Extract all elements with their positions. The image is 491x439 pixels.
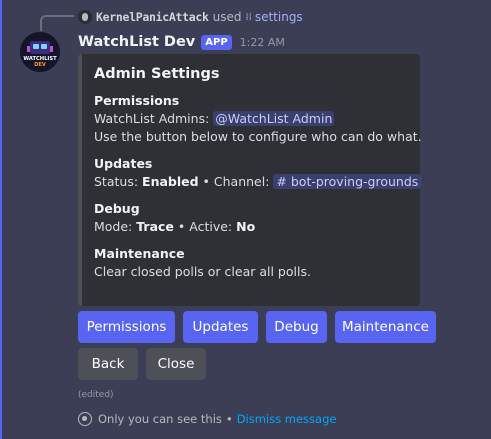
field-value: WatchList Admins: @WatchList Admin <box>94 110 406 128</box>
bot-avatar-image: WATCHLIST DEV <box>20 32 60 72</box>
permissions-button[interactable]: Permissions <box>78 311 175 343</box>
field-updates: Updates Status: Enabled • Channel: # bot… <box>94 155 422 191</box>
back-button[interactable]: Back <box>78 348 138 380</box>
bot-avatar[interactable]: WATCHLIST DEV <box>20 32 60 72</box>
field-maintenance: Maintenance Clear closed polls or clear … <box>94 245 406 281</box>
active-label: • Active: <box>177 219 233 234</box>
field-name: Maintenance <box>94 246 185 261</box>
reply-command[interactable]: ⁞⁞ settings <box>245 10 302 24</box>
updates-button[interactable]: Updates <box>183 311 258 343</box>
reply-command-name: settings <box>254 10 303 24</box>
embed-card: Admin Settings Permissions WatchList Adm… <box>78 54 422 306</box>
reply-user-avatar[interactable] <box>78 10 92 24</box>
active-value: No <box>236 219 256 234</box>
status-label: Status: <box>94 174 139 189</box>
close-button[interactable]: Close <box>146 348 206 380</box>
field-name: Updates <box>94 156 153 171</box>
embed-title: Admin Settings <box>94 66 220 82</box>
timestamp[interactable]: 1:22 AM <box>240 36 285 49</box>
field-value: Mode: Trace • Active: No <box>94 218 406 236</box>
message-container: KernelPanicAttack used ⁞⁞ settings WATCH… <box>0 0 491 439</box>
admins-label: WatchList Admins: <box>94 111 210 126</box>
channel-label: • Channel: <box>202 174 270 189</box>
field-value: Status: Enabled • Channel: # bot-proving… <box>94 173 422 191</box>
maintenance-button[interactable]: Maintenance <box>335 311 436 343</box>
button-row-2: Back Close <box>78 348 206 380</box>
app-badge: APP <box>201 34 232 50</box>
field-name: Permissions <box>94 93 180 108</box>
reply-used-text: used <box>212 10 242 24</box>
mode-value: Trace <box>136 219 174 234</box>
role-mention[interactable]: @WatchList Admin <box>213 111 335 126</box>
field-permissions: Permissions WatchList Admins: @WatchList… <box>94 92 422 146</box>
reply-connector <box>40 15 74 31</box>
field-value: Clear closed polls or clear all polls. <box>94 264 311 279</box>
separator: • <box>225 412 233 426</box>
edited-label: (edited) <box>78 390 114 400</box>
avatar-subtext: DEV <box>34 62 46 68</box>
mode-label: Mode: <box>94 219 133 234</box>
field-value-line2: Use the button below to configure who ca… <box>94 129 422 144</box>
eye-icon <box>78 412 92 426</box>
channel-mention[interactable]: # bot-proving-grounds <box>273 174 422 189</box>
field-name: Debug <box>94 201 140 216</box>
slash-command-icon: ⁞⁞ <box>245 11 252 23</box>
ephemeral-text: Only you can see this <box>98 412 222 426</box>
message-header: WatchList Dev APP 1:22 AM <box>78 32 285 52</box>
status-value: Enabled <box>142 174 199 189</box>
button-row-1: Permissions Updates Debug Maintenance <box>78 311 436 343</box>
bot-name[interactable]: WatchList Dev <box>78 34 195 50</box>
debug-button[interactable]: Debug <box>266 311 327 343</box>
dismiss-message-link[interactable]: Dismiss message <box>237 412 337 426</box>
ephemeral-notice: Only you can see this • Dismiss message <box>78 412 336 426</box>
reply-header: KernelPanicAttack used ⁞⁞ settings <box>78 8 303 26</box>
field-debug: Debug Mode: Trace • Active: No <box>94 200 406 236</box>
reply-username[interactable]: KernelPanicAttack <box>96 10 209 24</box>
